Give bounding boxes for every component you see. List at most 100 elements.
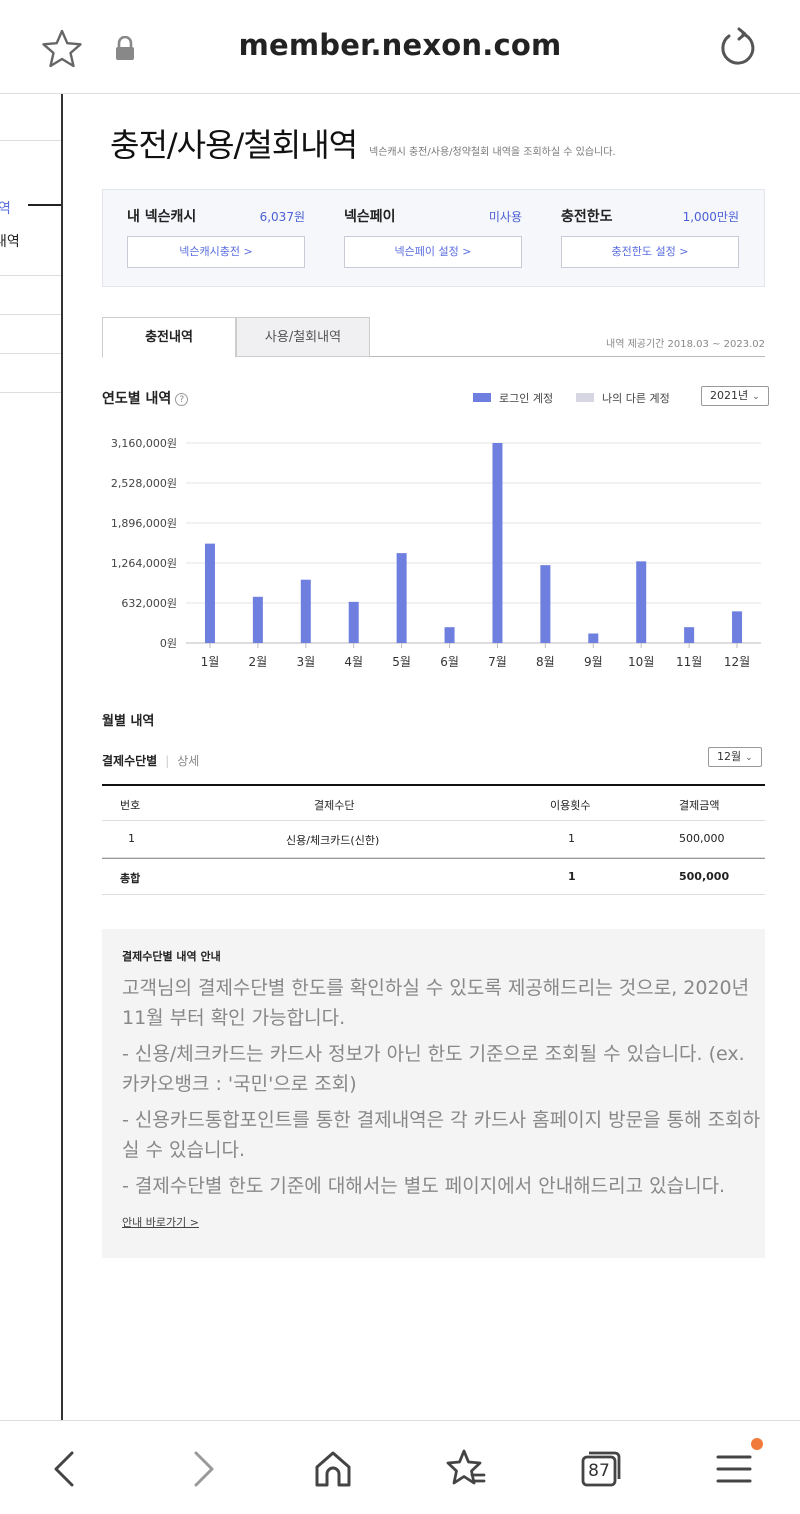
bookmark-star-icon[interactable] — [40, 27, 84, 71]
tab-usage-history[interactable]: 사용/철회내역 — [236, 317, 370, 357]
bar-12 — [732, 611, 743, 643]
x-tick-label: 3월 — [296, 655, 315, 669]
x-tick-label: 5월 — [392, 655, 411, 669]
nexon-cash-value: 6,037원 — [259, 210, 305, 224]
yearly-title-text: 연도별 내역 — [102, 391, 172, 407]
legend-swatch-login — [473, 393, 491, 402]
x-tick-label: 8월 — [536, 655, 555, 669]
legend-login-label: 로그인 계정 — [499, 392, 554, 405]
back-icon[interactable] — [44, 1447, 88, 1491]
bar-3 — [300, 579, 311, 643]
notice-line: 고객님의 결제수단별 한도를 확인하실 수 있도록 제공해드리는 것으로, 20… — [122, 977, 750, 1029]
table-row: 1 신용/체크카드(신한) 1 500,000 — [102, 821, 765, 858]
bar-7 — [492, 443, 503, 643]
home-icon[interactable] — [311, 1447, 355, 1491]
tab-charge-history[interactable]: 충전내역 — [102, 317, 236, 358]
month-select-value: 12월 — [717, 750, 742, 763]
bar-1 — [204, 543, 215, 643]
bar-9 — [588, 633, 599, 643]
cell-method: 신용/체크카드(신한) — [286, 834, 380, 847]
left-sidebar: 역 내역 — [0, 94, 63, 1420]
col-header-no: 번호 — [120, 799, 141, 812]
legend-login: 로그인 계정 — [473, 390, 553, 406]
notice-line: - 신용/체크카드는 카드사 정보가 아닌 한도 기준으로 조회될 수 있습니다… — [122, 1043, 745, 1095]
y-tick-label: 632,000원 — [121, 597, 177, 610]
lock-icon — [116, 36, 134, 60]
tabs-icon[interactable]: 87 — [578, 1447, 622, 1491]
year-select-value: 2021년 — [710, 389, 749, 402]
main-content: 충전/사용/철회내역 넥슨캐시 충전/사용/청약철회 내역을 조회하실 수 있습… — [64, 94, 800, 1420]
subtab-by-method[interactable]: 결제수단별 — [102, 754, 157, 768]
bar-6 — [444, 627, 455, 643]
chevron-down-icon: ⌄ — [752, 392, 760, 402]
sidebar-item-history-active[interactable]: 역 — [0, 198, 11, 218]
browser-toolbar: member.nexon.com — [0, 0, 800, 94]
notice-title: 결제수단별 내역 안내 — [122, 950, 221, 963]
tab-count: 87 — [588, 1461, 610, 1481]
col-header-method: 결제수단 — [314, 799, 355, 812]
col-header-amount: 결제금액 — [679, 799, 720, 812]
sidebar-item-history[interactable]: 내역 — [0, 231, 20, 251]
page-subtitle: 넥슨캐시 충전/사용/청약철회 내역을 조회하실 수 있습니다. — [369, 147, 616, 158]
subtab-separator: | — [165, 754, 170, 768]
table-header-row: 번호 결제수단 이용횟수 결제금액 — [102, 784, 765, 821]
address-bar[interactable]: member.nexon.com — [150, 28, 650, 62]
sidebar-divider — [0, 353, 61, 354]
bar-2 — [252, 596, 263, 643]
history-tabs: 충전내역 사용/철회내역 내역 제공기간 2018.03 ~ 2023.02 — [102, 317, 765, 358]
year-select[interactable]: 2021년 ⌄ — [701, 386, 769, 406]
monthly-table: 번호 결제수단 이용횟수 결제금액 1 신용/체크카드(신한) 1 500,00… — [102, 784, 765, 895]
month-select[interactable]: 12월 ⌄ — [708, 747, 762, 767]
x-tick-label: 4월 — [344, 655, 363, 669]
charge-limit-label: 충전한도 — [561, 209, 613, 225]
bar-5 — [396, 553, 407, 643]
sidebar-active-marker — [28, 204, 61, 206]
notice-line: - 결제수단별 한도 기준에 대해서는 별도 페이지에서 안내해드리고 있습니다… — [122, 1175, 726, 1197]
x-tick-label: 2월 — [249, 655, 268, 669]
cell-count: 1 — [568, 832, 575, 845]
legend-other-label: 나의 다른 계정 — [602, 392, 670, 405]
bar-8 — [540, 565, 551, 643]
nexon-cash-label: 내 넥슨캐시 — [127, 209, 197, 225]
x-tick-label: 7월 — [488, 655, 507, 669]
browser-bottom-bar: 87 — [0, 1420, 800, 1514]
reload-icon[interactable] — [716, 26, 760, 70]
total-amount: 500,000 — [679, 870, 730, 883]
cell-amount: 500,000 — [679, 832, 725, 845]
legend-swatch-other — [576, 393, 594, 402]
forward-icon[interactable] — [180, 1447, 224, 1491]
monthly-subtabs: 결제수단별 | 상세 — [102, 752, 199, 769]
y-tick-label: 1,896,000원 — [111, 517, 177, 530]
legend-other: 나의 다른 계정 — [576, 390, 670, 406]
x-tick-label: 6월 — [440, 655, 459, 669]
charge-cash-button[interactable]: 넥슨캐시충전 > — [127, 236, 305, 268]
menu-icon[interactable] — [712, 1447, 756, 1491]
nexon-pay-settings-button[interactable]: 넥슨페이 설정 > — [344, 236, 522, 268]
sidebar-divider — [0, 275, 61, 276]
x-tick-label: 1월 — [201, 655, 220, 669]
nexon-pay-value: 미사용 — [488, 210, 522, 224]
nexon-pay-label: 넥슨페이 — [344, 209, 396, 225]
subtab-detail[interactable]: 상세 — [177, 754, 199, 768]
cell-no: 1 — [128, 832, 135, 845]
bar-11 — [684, 627, 695, 643]
total-label: 총합 — [120, 872, 141, 885]
bar-10 — [636, 561, 647, 643]
notification-dot — [751, 1438, 763, 1450]
notice-line: - 신용카드통합포인트를 통한 결제내역은 각 카드사 홈페이지 방문을 통해 … — [122, 1109, 761, 1161]
bookmarks-icon[interactable] — [444, 1447, 488, 1491]
charge-limit-settings-button[interactable]: 충전한도 설정 > — [561, 236, 739, 268]
monthly-title: 월별 내역 — [102, 714, 155, 729]
sidebar-divider — [0, 392, 61, 393]
notice-guide-link[interactable]: 안내 바로가기 > — [122, 1214, 199, 1230]
payment-method-notice: 결제수단별 내역 안내 고객님의 결제수단별 한도를 확인하실 수 있도록 제공… — [102, 929, 765, 1258]
cash-summary-box: 내 넥슨캐시 6,037원 넥슨캐시충전 > 넥슨페이 미사용 넥슨페이 설정 … — [102, 189, 765, 287]
sidebar-divider — [0, 140, 61, 141]
x-tick-label: 10월 — [628, 655, 654, 669]
chevron-down-icon: ⌄ — [745, 753, 753, 763]
yearly-bar-chart: 0원 632,000원 1,264,000원 1,896,000원 2,528,000원… — [111, 437, 761, 669]
table-total-row: 총합 1 500,000 — [102, 858, 765, 895]
charge-limit-value: 1,000만원 — [682, 210, 739, 224]
y-tick-label: 2,528,000원 — [111, 477, 177, 490]
help-icon[interactable]: ? — [175, 393, 189, 406]
